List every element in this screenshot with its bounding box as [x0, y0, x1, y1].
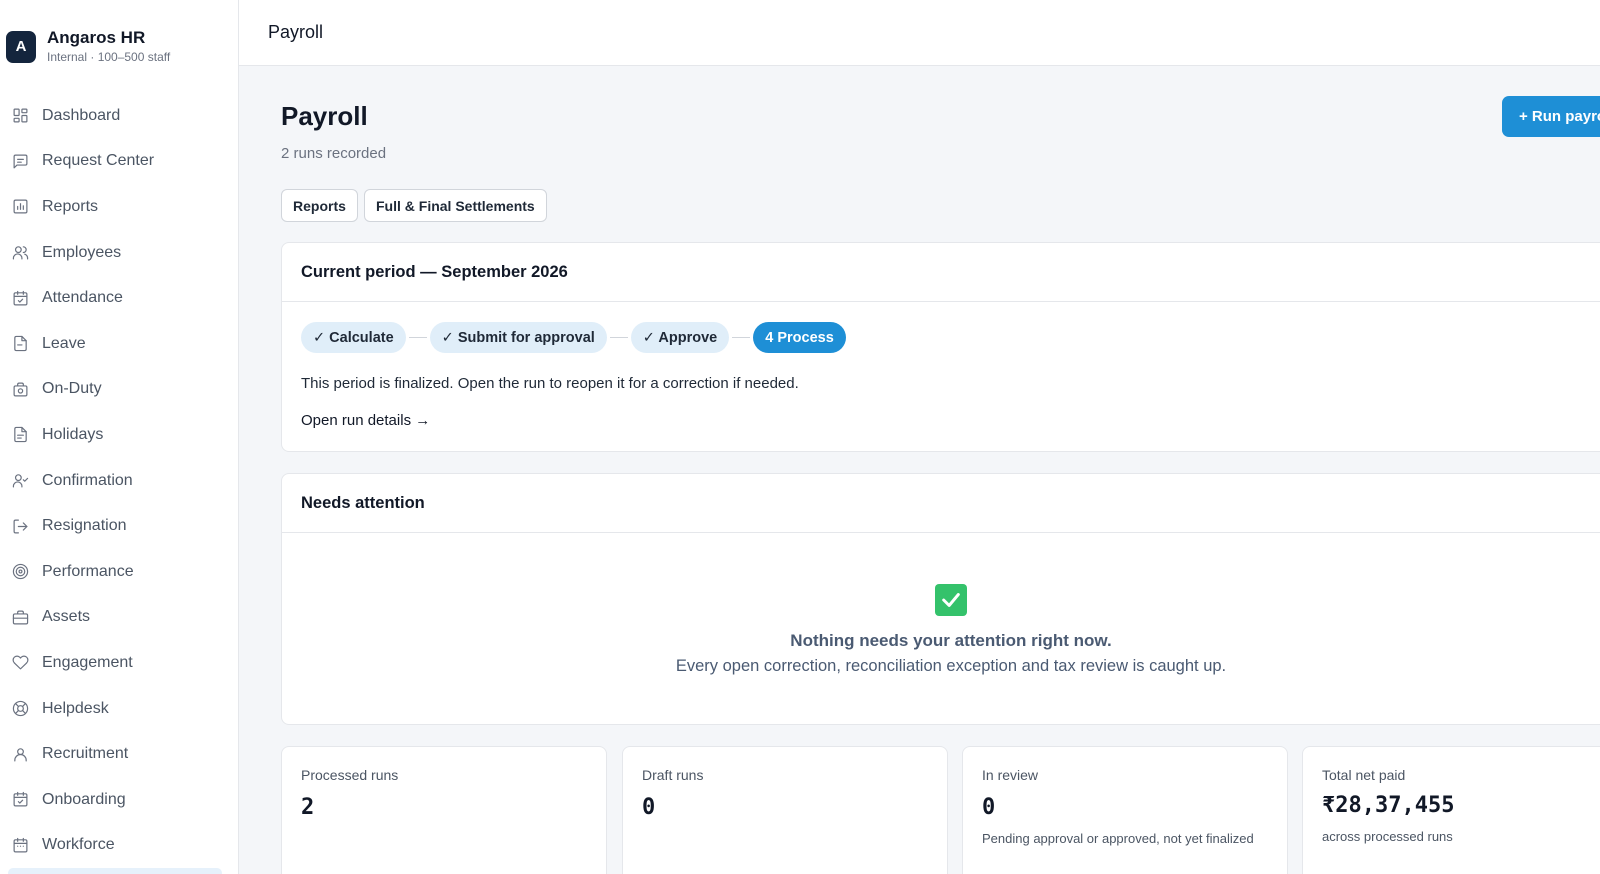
payroll-stepper: ✓ Calculate ✓ Submit for approval ✓ Appr…: [301, 322, 846, 353]
page-subtitle: 2 runs recorded: [281, 145, 387, 162]
stat-note: Pending approval or approved, not yet fi…: [982, 831, 1254, 846]
brand-subtitle: Internal · 100–500 staff: [47, 50, 171, 64]
user-check-icon: [12, 474, 29, 488]
heart-icon: [12, 655, 29, 670]
sidebar-item-leave[interactable]: Leave: [0, 321, 239, 367]
file-icon: [14, 336, 27, 352]
step-calculate[interactable]: ✓ Calculate: [301, 322, 406, 353]
page-title: Payroll: [281, 101, 368, 131]
sidebar-item-engagement[interactable]: Engagement: [0, 640, 239, 686]
sidebar-item-holidays[interactable]: Holidays: [0, 412, 239, 458]
sidebar-item-performance[interactable]: Performance: [0, 549, 239, 595]
bar-chart-icon: [13, 200, 28, 214]
sidebar-item-label: Resignation: [42, 517, 127, 535]
sidebar-item-payroll-active[interactable]: [8, 868, 222, 874]
sidebar-item-label: Dashboard: [42, 106, 121, 124]
stat-value: 0: [982, 795, 996, 820]
sidebar-item-label: Helpdesk: [42, 699, 109, 717]
stat-value: 0: [642, 795, 656, 820]
message-square-icon: [13, 154, 28, 169]
step-connector: [732, 337, 751, 338]
empty-state: Nothing needs your attention right now. …: [282, 584, 1600, 676]
users-icon: [12, 246, 29, 260]
sidebar-item-label: Confirmation: [42, 471, 133, 489]
sidebar-item-request-center[interactable]: Request Center: [0, 139, 239, 185]
target-icon: [12, 564, 29, 580]
open-run-details-link[interactable]: Open run details →: [301, 412, 430, 429]
sidebar-item-dashboard[interactable]: Dashboard: [0, 93, 239, 139]
step-connector: [408, 337, 427, 338]
sidebar-item-helpdesk[interactable]: Helpdesk: [0, 686, 239, 732]
needs-attention-title: Needs attention: [282, 474, 1600, 533]
stat-card-draft-runs: Draft runs 0: [622, 746, 948, 874]
stat-note: across processed runs: [1322, 829, 1453, 844]
stat-label: Draft runs: [642, 767, 704, 783]
briefcase-clock-icon: [13, 382, 28, 397]
current-period-card: Current period — September 2026 ✓ Calcul…: [281, 242, 1600, 452]
stat-card-total-net-paid: Total net paid ₹28,37,455 across process…: [1302, 746, 1600, 874]
stat-label: In review: [982, 767, 1039, 783]
user-icon: [14, 747, 27, 762]
sidebar-item-label: Performance: [42, 562, 134, 580]
sidebar-item-assets[interactable]: Assets: [0, 595, 239, 641]
full-final-settlements-button[interactable]: Full & Final Settlements: [364, 189, 547, 222]
sidebar-item-recruitment[interactable]: Recruitment: [0, 731, 239, 777]
stat-card-in-review: In review 0 Pending approval or approved…: [962, 746, 1288, 874]
calendar-check-icon: [13, 792, 28, 807]
topbar-title: Payroll: [268, 22, 324, 42]
brand-text: Angaros HR Internal · 100–500 staff: [47, 28, 170, 65]
file-text-icon: [14, 427, 27, 443]
step-approve[interactable]: ✓ Approve: [630, 322, 730, 353]
sidebar-item-resignation[interactable]: Resignation: [0, 503, 239, 549]
sidebar-item-label: Onboarding: [42, 790, 126, 808]
period-status-note: This period is finalized. Open the run t…: [301, 375, 799, 392]
step-submit-for-approval[interactable]: ✓ Submit for approval: [429, 322, 607, 353]
stat-label: Processed runs: [301, 767, 399, 783]
sidebar-item-label: Recruitment: [42, 745, 129, 763]
current-period-title: Current period — September 2026: [282, 243, 1600, 302]
brand[interactable]: A Angaros HR Internal · 100–500 staff: [6, 28, 170, 65]
sidebar-item-label: Leave: [42, 334, 86, 352]
sidebar-item-label: Request Center: [42, 152, 155, 170]
brand-logo: A: [6, 30, 36, 63]
sidebar-item-label: Employees: [42, 243, 122, 261]
sidebar-item-confirmation[interactable]: Confirmation: [0, 458, 239, 504]
stat-label: Total net paid: [1322, 767, 1406, 783]
top-bar: Payroll: [239, 0, 1600, 66]
sidebar-item-label: Assets: [42, 608, 91, 626]
sidebar-item-label: Holidays: [42, 425, 104, 443]
stat-card-processed-runs: Processed runs 2: [281, 746, 607, 874]
sidebar-item-on-duty[interactable]: On-Duty: [0, 367, 239, 413]
sidebar-item-attendance[interactable]: Attendance: [0, 275, 239, 321]
sidebar-item-reports[interactable]: Reports: [0, 184, 239, 230]
calendar-check-icon: [13, 290, 28, 306]
sidebar-item-workforce[interactable]: Workforce: [0, 823, 239, 869]
empty-state-title: Nothing needs your attention right now.: [790, 631, 1112, 650]
empty-state-subtitle: Every open correction, reconciliation ex…: [675, 657, 1227, 675]
life-buoy-icon: [12, 700, 29, 717]
sidebar-item-onboarding[interactable]: Onboarding: [0, 777, 239, 823]
step-process[interactable]: 4 Process: [753, 322, 846, 353]
sidebar: A Angaros HR Internal · 100–500 staff Da…: [0, 0, 239, 874]
brand-name: Angaros HR: [47, 28, 146, 47]
sidebar-item-label: Engagement: [42, 653, 133, 671]
sidebar-item-label: Attendance: [42, 289, 123, 307]
step-connector: [609, 337, 628, 338]
log-out-icon: [13, 519, 28, 534]
grid-icon: [13, 108, 28, 123]
needs-attention-card: Needs attention Nothing needs your atten…: [281, 473, 1600, 725]
sidebar-item-label: Reports: [42, 197, 99, 215]
stat-value: ₹28,37,455: [1322, 793, 1455, 818]
briefcase-icon: [12, 610, 29, 625]
run-payroll-button[interactable]: + Run payroll: [1502, 96, 1600, 137]
stat-value: 2: [301, 795, 315, 820]
calendar-icon: [13, 837, 28, 853]
sidebar-item-label: On-Duty: [42, 380, 102, 398]
sidebar-nav: Dashboard Request Center Reports Employe…: [0, 93, 239, 868]
reports-button[interactable]: Reports: [281, 189, 358, 222]
check-square-icon: [935, 584, 967, 616]
sidebar-item-label: Workforce: [42, 836, 115, 854]
sidebar-item-employees[interactable]: Employees: [0, 230, 239, 276]
